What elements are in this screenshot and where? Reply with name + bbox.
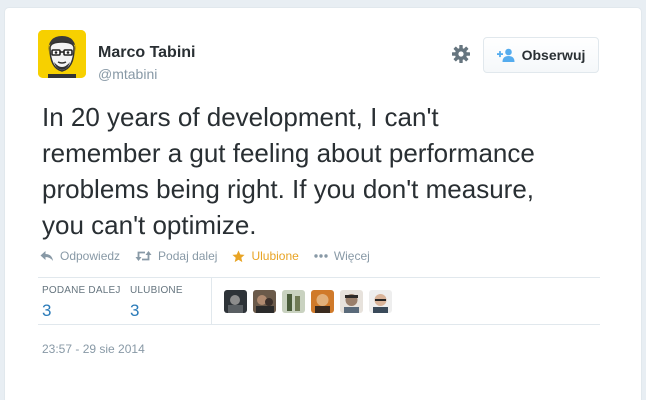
author-name[interactable]: Marco Tabini <box>98 44 196 62</box>
favoriter-avatar[interactable] <box>369 290 392 313</box>
favoriter-avatar[interactable] <box>253 290 276 313</box>
tweet-text-line: In 20 years of development, I can't <box>42 102 439 132</box>
reply-label: Odpowiedz <box>60 249 121 263</box>
favoriter-avatar[interactable] <box>311 290 334 313</box>
favorite-label: Ulubione <box>251 249 299 263</box>
retweets-stat-count: 3 <box>42 301 52 320</box>
retweet-action[interactable]: Podaj dalej <box>135 249 217 263</box>
tweet-timestamp[interactable]: 23:57 - 29 sie 2014 <box>42 342 145 356</box>
favoriter-avatar[interactable] <box>282 290 305 313</box>
retweet-label: Podaj dalej <box>158 249 218 263</box>
retweets-stat[interactable]: PODANE DALEJ 3 <box>42 285 121 321</box>
retweets-stat-label: PODANE DALEJ <box>42 285 121 296</box>
favoriters-avatars <box>224 290 392 313</box>
add-person-icon <box>496 48 515 62</box>
favorite-action[interactable]: Ulubione <box>232 249 299 263</box>
reply-icon <box>40 251 53 261</box>
author-handle[interactable]: @mtabini <box>98 66 157 82</box>
tweet-text: In 20 years of development, I can't reme… <box>42 99 602 243</box>
star-icon <box>232 250 246 262</box>
tweet-actions: Odpowiedz Podaj dalej Ulubione Więcej <box>40 249 385 263</box>
favorites-stat[interactable]: ULUBIONE 3 <box>130 285 183 321</box>
favorites-stat-count: 3 <box>130 301 140 320</box>
stats-bottom-divider <box>38 324 600 325</box>
favoriter-avatar[interactable] <box>224 290 247 313</box>
more-label: Więcej <box>333 249 370 263</box>
gear-icon[interactable] <box>451 44 471 64</box>
follow-button[interactable]: Obserwuj <box>483 37 599 73</box>
stats-separator <box>211 278 212 324</box>
more-dots-icon <box>314 254 328 258</box>
stats-top-divider <box>38 277 600 278</box>
tweet-text-line: remember a gut feeling about performance <box>42 138 535 168</box>
tweet-text-line: you can't optimize. <box>42 210 257 240</box>
tweet-text-line: problems being right. If you don't measu… <box>42 174 535 204</box>
retweet-icon <box>135 251 152 261</box>
more-action[interactable]: Więcej <box>314 249 370 263</box>
cartoon-face-icon <box>38 30 86 78</box>
follow-button-label: Obserwuj <box>521 47 586 63</box>
favorites-stat-label: ULUBIONE <box>130 285 183 296</box>
reply-action[interactable]: Odpowiedz <box>40 249 120 263</box>
favoriter-avatar[interactable] <box>340 290 363 313</box>
author-avatar[interactable] <box>38 30 86 78</box>
